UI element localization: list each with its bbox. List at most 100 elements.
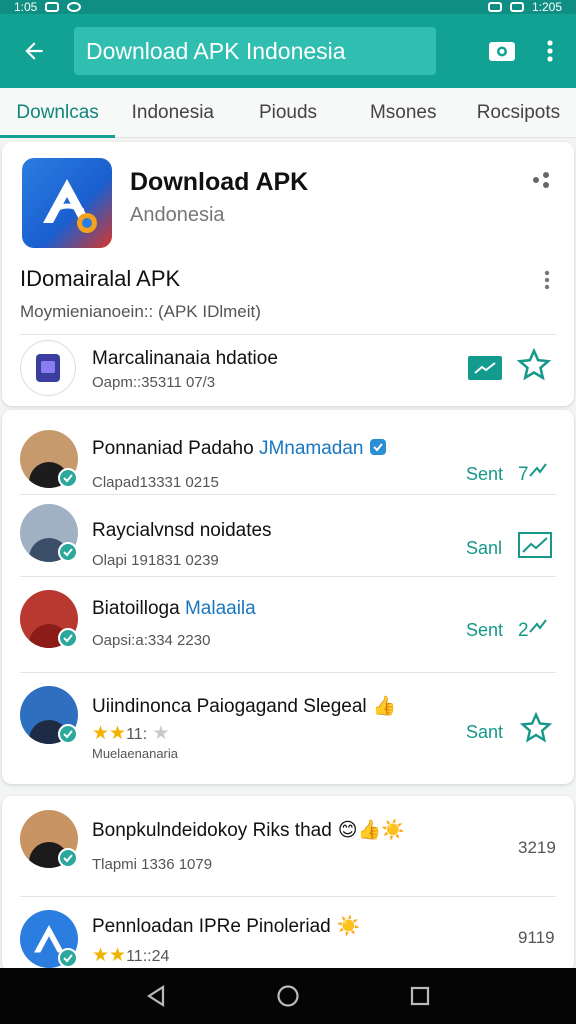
status-bar: 1:05 1:205 <box>0 0 576 14</box>
status-link[interactable]: Sent <box>466 464 503 485</box>
trend-up-icon <box>474 362 496 374</box>
list-item-count: 3219 <box>518 838 556 857</box>
results-list-card: Ponnaniad Padaho JMnamadan Clapad13331 0… <box>2 410 574 784</box>
share-icon <box>533 172 549 188</box>
avatar <box>20 686 78 744</box>
status-time: 1:05 <box>14 0 38 14</box>
back-button[interactable] <box>16 33 52 69</box>
nav-home-button[interactable] <box>268 976 308 1016</box>
divider <box>20 494 556 495</box>
section-subtitle: Moymienianoein:: (APK IDlmeit) <box>20 302 261 321</box>
app-title: Download APK <box>130 168 309 196</box>
search-input-value: Download APK Indonesia <box>86 37 346 64</box>
list-item[interactable]: Biatoilloga Malaaila Oapsi:a:334 2230 Se… <box>2 582 574 668</box>
avatar <box>20 590 78 648</box>
tab-indonesia[interactable]: Indonesia <box>115 88 230 137</box>
more-results-card: Bonpkulndeidokoy Riks thad 😊👍☀️ Tlapmi 13… <box>2 796 574 972</box>
verified-icon <box>58 542 78 562</box>
camera-icon <box>489 42 515 61</box>
avatar <box>20 430 78 488</box>
list-item-title: Ponnaniad Padaho JMnamadan <box>92 438 387 460</box>
verified-icon <box>58 724 78 744</box>
list-item-title: Biatoilloga Malaaila <box>92 598 256 619</box>
system-nav-bar <box>0 968 576 1024</box>
status-link[interactable]: Sanl <box>466 538 502 559</box>
list-item-title: Pennloadan IPRe Pinoleriad ☀️ <box>92 916 361 937</box>
favorite-button[interactable] <box>518 711 554 750</box>
share-button[interactable] <box>532 172 552 193</box>
status-link[interactable]: Sent <box>466 620 503 641</box>
app-logo <box>22 158 112 248</box>
list-item-meta: Clapad13331 0215 <box>92 474 219 491</box>
triangle-back-icon <box>146 984 165 1008</box>
line-chart-icon <box>518 532 552 558</box>
more-vert-icon <box>547 40 553 62</box>
message-icon <box>67 2 82 12</box>
divider <box>20 896 556 897</box>
verified-icon <box>58 948 78 968</box>
app-logo-icon <box>43 179 97 233</box>
avatar <box>20 810 78 868</box>
divider <box>20 576 556 577</box>
thumbs-up-icon: 👍 <box>372 696 397 717</box>
emoji-icon: 😊👍☀️ <box>337 820 405 841</box>
list-item[interactable]: Raycialvnsd noidates Olapi 191831 0239 S… <box>2 498 574 584</box>
list-item[interactable]: Ponnaniad Padaho JMnamadan Clapad13331 0… <box>2 418 574 504</box>
status-clock: 1:205 <box>531 0 562 14</box>
wifi-icon <box>487 2 502 12</box>
verified-icon <box>58 848 78 868</box>
camera-button[interactable] <box>488 39 516 63</box>
list-item-accent: JMnamadan <box>258 438 364 459</box>
square-recents-icon <box>410 986 430 1006</box>
tab-msones[interactable]: Msones <box>346 88 461 137</box>
list-item[interactable]: Uiindinonca Paiogagand Slegeal 👍 ★★11: ★ … <box>2 680 574 766</box>
list-item-count: 9119 <box>518 928 555 947</box>
arrow-left-icon <box>25 42 43 60</box>
avatar <box>20 910 78 968</box>
more-vert-icon <box>544 270 550 290</box>
list-item-title: Uiindinonca Paiogagand Slegeal 👍 <box>92 696 397 717</box>
developer-name: Marcalinanaia hdatioe <box>92 348 278 369</box>
trend-icon <box>528 463 547 477</box>
favorite-button[interactable] <box>516 347 552 387</box>
notification-icon <box>45 2 60 12</box>
status-link[interactable]: Sant <box>466 722 503 743</box>
list-item-meta: Tlapmi 1336 1079 <box>92 856 213 873</box>
tab-downloads[interactable]: Downlcas <box>0 88 116 138</box>
chart-button[interactable] <box>518 532 552 564</box>
star-outline-icon <box>519 711 553 743</box>
rating-stars: ★★11::24 <box>92 945 170 966</box>
search-input[interactable]: Download APK Indonesia <box>74 27 436 75</box>
tab-rocsipots[interactable]: Rocsipots <box>461 88 576 137</box>
app-header-card: Download APK Andonesia IDomairalal APK M… <box>2 142 574 406</box>
nav-recents-button[interactable] <box>400 976 440 1016</box>
verified-badge-icon <box>369 439 386 455</box>
app-bar: Download APK Indonesia <box>0 14 576 88</box>
rating-stars: ★★11: ★ <box>92 723 170 744</box>
list-item-meta: Oapsi:a:334 2230 <box>92 632 211 649</box>
section-menu-button[interactable] <box>544 270 550 295</box>
nav-back-button[interactable] <box>136 976 176 1016</box>
tab-bar: Downlcas Indonesia Piouds Msones Rocsipo… <box>0 88 576 138</box>
list-item[interactable]: Bonpkulndeidokoy Riks thad 😊👍☀️ Tlapmi 13… <box>2 804 574 890</box>
divider <box>20 334 556 335</box>
list-item-title: Raycialvnsd noidates <box>92 520 272 541</box>
battery-icon <box>509 2 524 12</box>
trend-button[interactable]: 7 <box>518 462 547 486</box>
list-item-title: Bonpkulndeidokoy Riks thad 😊👍☀️ <box>92 820 405 841</box>
trend-button[interactable]: 2 <box>518 618 547 642</box>
avatar <box>20 504 78 562</box>
verified-icon <box>58 628 78 648</box>
app-subtitle: Andonesia <box>130 204 225 226</box>
star-outline-icon <box>516 347 552 381</box>
overflow-menu-button[interactable] <box>546 39 554 63</box>
trend-icon <box>528 619 547 633</box>
device-icon <box>36 354 60 382</box>
stats-button[interactable] <box>468 356 502 380</box>
developer-meta: Oapm::35311 07/3 <box>92 374 216 391</box>
circle-home-icon <box>277 985 299 1007</box>
list-item-accent: Malaaila <box>184 598 256 619</box>
section-title: IDomairalal APK <box>20 266 181 291</box>
divider <box>20 672 556 673</box>
tab-piouds[interactable]: Piouds <box>230 88 345 137</box>
